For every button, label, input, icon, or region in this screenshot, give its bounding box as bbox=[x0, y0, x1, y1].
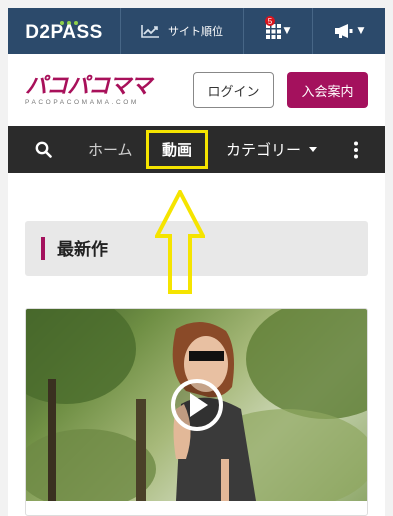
section-accent-bar bbox=[41, 237, 45, 260]
chevron-down-icon: ▼ bbox=[283, 26, 291, 36]
nav-video[interactable]: 動画 bbox=[146, 130, 208, 169]
site-logo-text: パコパコママ bbox=[25, 74, 152, 99]
caret-down-icon bbox=[309, 147, 318, 152]
chevron-down-icon: ▼ bbox=[357, 26, 365, 36]
nav-category[interactable]: カテゴリー bbox=[226, 126, 318, 173]
nav-search-button[interactable] bbox=[35, 126, 52, 173]
apps-menu-button[interactable]: 5 ▼ bbox=[244, 8, 313, 54]
login-button[interactable]: ログイン bbox=[193, 72, 274, 108]
announcements-button[interactable]: ▼ bbox=[313, 8, 385, 54]
up-arrow-annotation-icon bbox=[155, 190, 205, 294]
section-title: 最新作 bbox=[57, 240, 108, 260]
play-icon[interactable] bbox=[170, 378, 224, 432]
nav-more-button[interactable] bbox=[353, 126, 359, 173]
search-icon bbox=[35, 141, 52, 158]
site-rank-label: サイト順位 bbox=[168, 25, 223, 38]
video-card[interactable] bbox=[25, 308, 368, 516]
nav-home[interactable]: ホーム bbox=[88, 126, 133, 173]
more-vertical-icon bbox=[354, 141, 358, 158]
main-nav: ホーム 動画 カテゴリー bbox=[8, 126, 385, 173]
apps-count-badge: 5 bbox=[265, 16, 275, 26]
d2pass-topbar: D2PASS サイト順位 5 ▼ ▼ bbox=[8, 8, 385, 54]
join-button[interactable]: 入会案内 bbox=[287, 72, 368, 108]
site-logo[interactable]: パコパコママ PACOPACOMAMA.COM bbox=[25, 74, 152, 107]
site-header: パコパコママ PACOPACOMAMA.COM ログイン 入会案内 bbox=[8, 54, 385, 126]
d2pass-brand-text: D2PASS bbox=[25, 22, 103, 43]
nav-category-label: カテゴリー bbox=[226, 141, 302, 159]
video-thumbnail[interactable] bbox=[26, 309, 367, 501]
d2pass-logo[interactable]: D2PASS bbox=[8, 8, 121, 54]
megaphone-icon bbox=[334, 24, 353, 38]
chart-up-icon bbox=[141, 25, 159, 38]
site-logo-subtext: PACOPACOMAMA.COM bbox=[25, 99, 139, 106]
site-rank-link[interactable]: サイト順位 bbox=[121, 8, 244, 54]
